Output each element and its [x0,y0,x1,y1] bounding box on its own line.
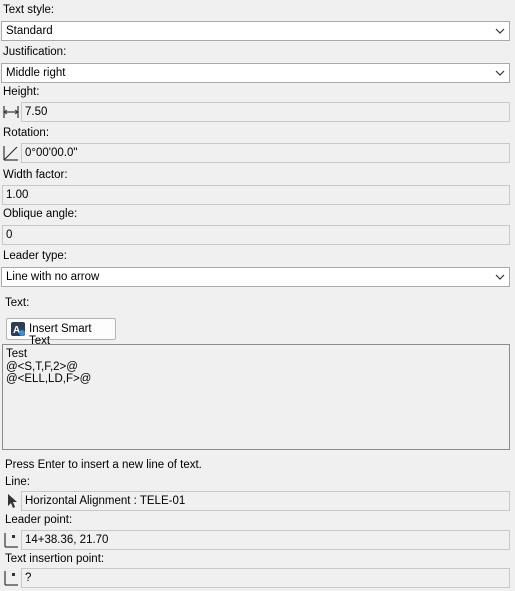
text-insertion-point-pick-button[interactable] [2,568,20,588]
svg-text:A: A [13,325,20,336]
angle-icon [3,146,18,161]
text-style-dropdown[interactable]: Standard [1,21,510,41]
height-label: Height: [3,86,40,98]
text-line: Test [6,348,28,360]
leader-point-value: 14+38.36, 21.70 [25,534,109,546]
select-cursor-icon [8,494,17,508]
chevron-down-icon [495,28,505,34]
text-style-label: Text style: [3,4,55,16]
pick-point-icon [4,533,18,548]
line-select-button[interactable] [2,491,20,511]
rotation-label: Rotation: [3,127,50,139]
height-value: 7.50 [25,106,48,118]
justification-label: Justification: [3,46,67,58]
line-field[interactable]: Horizontal Alignment : TELE-01 [21,491,510,511]
text-insertion-point-label: Text insertion point: [5,553,105,565]
line-value: Horizontal Alignment : TELE-01 [25,495,186,507]
chevron-down-icon [495,274,505,280]
leader-type-value: Line with no arrow [6,271,100,283]
text-label: Text: [5,297,30,309]
oblique-angle-value: 0 [6,229,13,241]
rotation-field[interactable]: 0°00'00.0" [21,143,510,163]
text-style-value: Standard [6,25,53,37]
width-factor-label: Width factor: [3,169,68,181]
oblique-angle-field[interactable]: 0 [2,225,510,245]
justification-dropdown[interactable]: Middle right [1,63,510,83]
text-insertion-point-value: ? [25,572,32,584]
height-field[interactable]: 7.50 [21,102,510,122]
justification-value: Middle right [6,67,66,79]
text-insertion-point-field[interactable]: ? [21,568,510,588]
rotation-pick-button[interactable] [2,143,20,163]
insert-smart-text-button[interactable]: A Insert Smart Text [6,318,116,347]
width-factor-value: 1.00 [6,189,29,201]
width-factor-field[interactable]: 1.00 [2,185,510,205]
rotation-value: 0°00'00.0" [25,147,78,159]
pick-point-icon [4,571,18,586]
text-line: @<S,T,F,2>@ [6,360,78,373]
enter-hint: Press Enter to insert a new line of text… [5,459,202,471]
leader-type-label: Leader type: [3,250,67,262]
height-pick-button[interactable] [2,102,20,122]
dimension-icon [3,106,19,118]
text-line: @<ELL,LD,F>@ [6,373,92,385]
chevron-down-icon [495,70,505,76]
leader-type-dropdown[interactable]: Line with no arrow [1,267,510,287]
text-content-area[interactable]: Test @<S,T,F,2>@ @<ELL,LD,F>@ [2,344,510,450]
smart-text-icon: A [11,322,25,336]
leader-point-pick-button[interactable] [2,530,20,550]
leader-point-label: Leader point: [5,514,73,526]
oblique-angle-label: Oblique angle: [3,208,78,220]
leader-point-field[interactable]: 14+38.36, 21.70 [21,530,510,550]
line-label: Line: [5,476,30,488]
